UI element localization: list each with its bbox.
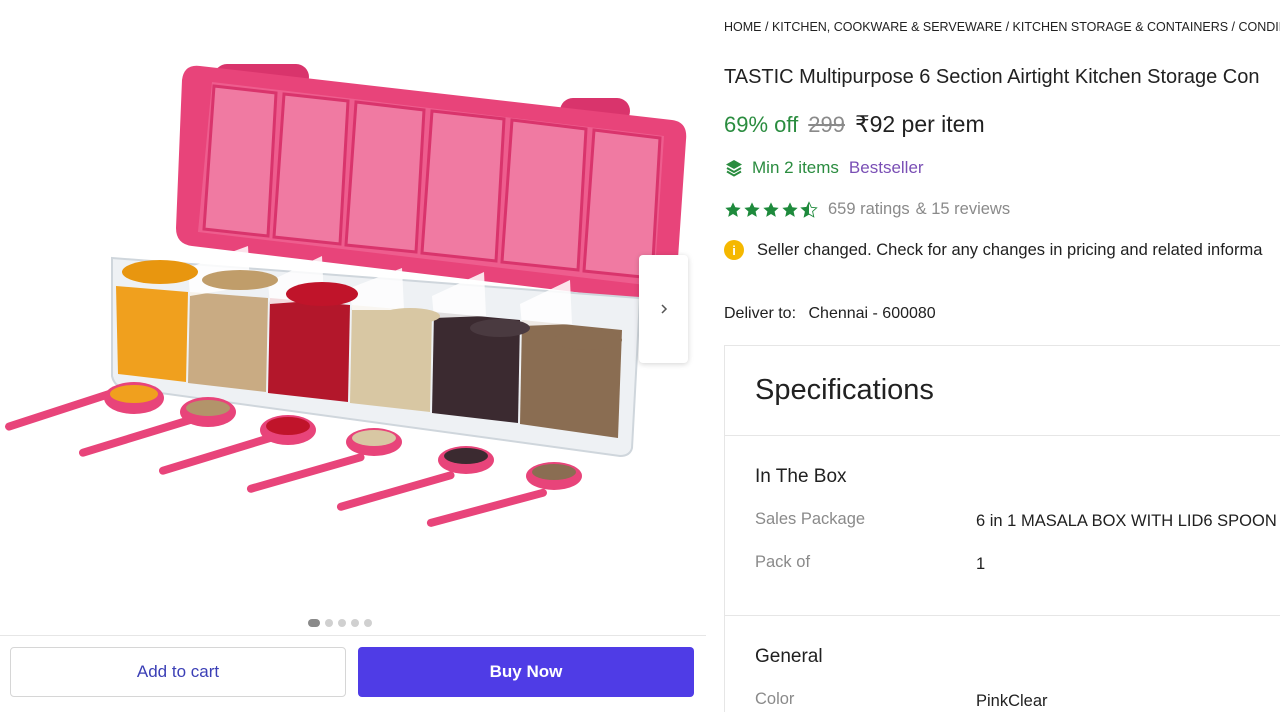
- notice-text: Seller changed. Check for any changes in…: [757, 240, 1263, 259]
- rating-row[interactable]: 659 ratings & 15 reviews: [724, 200, 1010, 219]
- product-image[interactable]: [0, 58, 700, 558]
- next-image-button[interactable]: [639, 255, 688, 363]
- breadcrumb-item[interactable]: KITCHEN STORAGE & CONTAINERS: [1013, 20, 1229, 34]
- original-price: 299: [808, 112, 845, 137]
- pink-lid: [176, 64, 687, 303]
- layers-icon: [726, 160, 742, 177]
- seller-notice: i Seller changed. Check for any changes …: [724, 240, 1262, 260]
- star-icon: [744, 201, 760, 217]
- reviews-count: & 15 reviews: [915, 200, 1011, 218]
- delivery-location[interactable]: Chennai - 600080: [808, 305, 935, 322]
- product-details: HOME / KITCHEN, COOKWARE & SERVEWARE / K…: [724, 0, 1280, 712]
- add-to-cart-button[interactable]: Add to cart: [10, 647, 346, 697]
- breadcrumb-separator: /: [1231, 20, 1239, 34]
- bestseller-badge: Bestseller: [848, 158, 924, 177]
- action-bar: Add to cart Buy Now: [0, 635, 706, 712]
- deliver-label: Deliver to:: [724, 305, 797, 322]
- delivery-row: Deliver to: Chennai - 600080: [724, 305, 936, 323]
- half-star-icon: [800, 200, 818, 218]
- spec-label: Pack of: [755, 553, 811, 571]
- product-title: TASTIC Multipurpose 6 Section Airtight K…: [724, 66, 1260, 88]
- breadcrumb: HOME / KITCHEN, COOKWARE & SERVEWARE / K…: [724, 20, 1280, 34]
- spec-value: PinkClear: [976, 692, 1048, 710]
- pagination-dot[interactable]: [364, 619, 372, 627]
- spec-group-title: General: [755, 646, 823, 667]
- pagination-dot[interactable]: [308, 619, 320, 627]
- specifications-panel: Specifications In The Box Sales Package …: [724, 345, 1280, 712]
- spec-value: 6 in 1 MASALA BOX WITH LID6 SPOON: [976, 512, 1277, 530]
- price-row: 69% off 299 ₹92 per item: [724, 111, 985, 138]
- star-rating: [724, 200, 818, 219]
- breadcrumb-item[interactable]: HOME: [724, 20, 762, 34]
- breadcrumb-separator: /: [764, 20, 772, 34]
- pagination-dot[interactable]: [325, 619, 333, 627]
- spec-label: Sales Package: [755, 510, 866, 528]
- pagination-dot[interactable]: [338, 619, 346, 627]
- divider: [725, 435, 1280, 436]
- breadcrumb-item[interactable]: CONDIME: [1239, 20, 1280, 34]
- discount-percent: 69% off: [724, 112, 799, 137]
- tags-row: Min 2 items Bestseller: [724, 158, 924, 178]
- chevron-right-icon: [660, 304, 667, 314]
- star-icon: [763, 201, 779, 217]
- ratings-count: 659 ratings: [828, 200, 910, 218]
- selling-price: ₹92 per item: [854, 111, 985, 137]
- spec-value: 1: [976, 555, 986, 573]
- pagination-dot[interactable]: [351, 619, 359, 627]
- spec-label: Color: [755, 690, 795, 708]
- min-items-badge: Min 2 items: [752, 158, 839, 177]
- divider: [725, 615, 1280, 616]
- breadcrumb-item[interactable]: KITCHEN, COOKWARE & SERVEWARE: [772, 20, 1002, 34]
- image-pagination: [308, 619, 372, 627]
- info-icon: i: [724, 240, 744, 260]
- star-icon: [725, 201, 741, 217]
- star-icon: [782, 201, 798, 217]
- spec-group-title: In The Box: [755, 466, 847, 487]
- breadcrumb-separator: /: [1005, 20, 1013, 34]
- buy-now-button[interactable]: Buy Now: [358, 647, 694, 697]
- specifications-title: Specifications: [755, 374, 934, 406]
- product-gallery: [0, 0, 706, 635]
